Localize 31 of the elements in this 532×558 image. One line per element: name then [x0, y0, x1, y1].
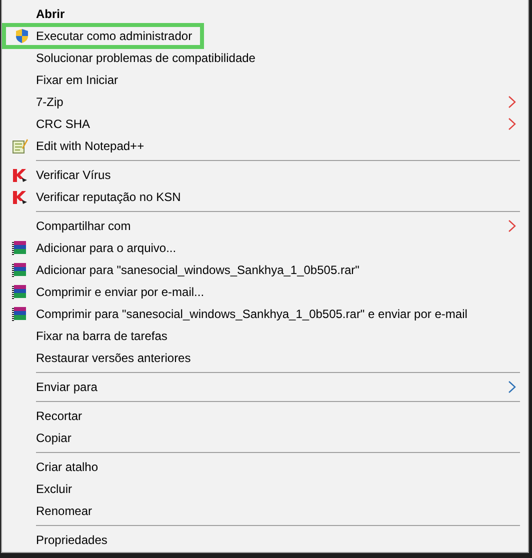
- notepad-icon: [12, 138, 28, 154]
- menu-item[interactable]: Recortar: [2, 405, 528, 427]
- menu-item[interactable]: Enviar para: [2, 376, 528, 398]
- menu-item[interactable]: Verificar Vírus: [2, 164, 528, 186]
- menu-item[interactable]: Verificar reputação no KSN: [2, 186, 528, 208]
- menu-item[interactable]: Solucionar problemas de compatibilidade: [2, 47, 528, 69]
- menu-item[interactable]: Fixar em Iniciar: [2, 69, 528, 91]
- menu-item[interactable]: Adicionar para "sanesocial_windows_Sankhya_1_0b505.rar": [2, 259, 528, 281]
- menu-item[interactable]: Executar como administrador: [4, 25, 202, 47]
- menu-item[interactable]: Comprimir para "sanesocial_windows_Sankhya_1_0b505.rar" e enviar por e-mail: [2, 303, 528, 325]
- menu-item[interactable]: Compartilhar com: [2, 215, 528, 237]
- menu-item[interactable]: 7-Zip: [2, 91, 528, 113]
- books-stack-icon: [12, 284, 28, 300]
- menu-item[interactable]: Edit with Notepad++: [2, 135, 528, 157]
- menu-item[interactable]: CRC SHA: [2, 113, 528, 135]
- menu-item[interactable]: Abrir: [2, 3, 528, 25]
- letter-k-icon: [12, 167, 28, 183]
- shield-icon: [14, 28, 30, 44]
- menu-item[interactable]: Restaurar versões anteriores: [2, 347, 528, 369]
- books-stack-icon: [12, 262, 28, 278]
- menu-item[interactable]: Copiar: [2, 427, 528, 449]
- books-stack-icon: [12, 240, 28, 256]
- menu-item[interactable]: Renomear: [2, 500, 528, 522]
- menu-item[interactable]: Excluir: [2, 478, 528, 500]
- menu-item[interactable]: Comprimir e enviar por e-mail...: [2, 281, 528, 303]
- books-stack-icon: [12, 306, 28, 322]
- menu-item[interactable]: Adicionar para o arquivo...: [2, 237, 528, 259]
- menu-item[interactable]: Criar atalho: [2, 456, 528, 478]
- letter-k-icon: [12, 189, 28, 205]
- menu-item[interactable]: Propriedades: [2, 529, 528, 551]
- menu-item[interactable]: Fixar na barra de tarefas: [2, 325, 528, 347]
